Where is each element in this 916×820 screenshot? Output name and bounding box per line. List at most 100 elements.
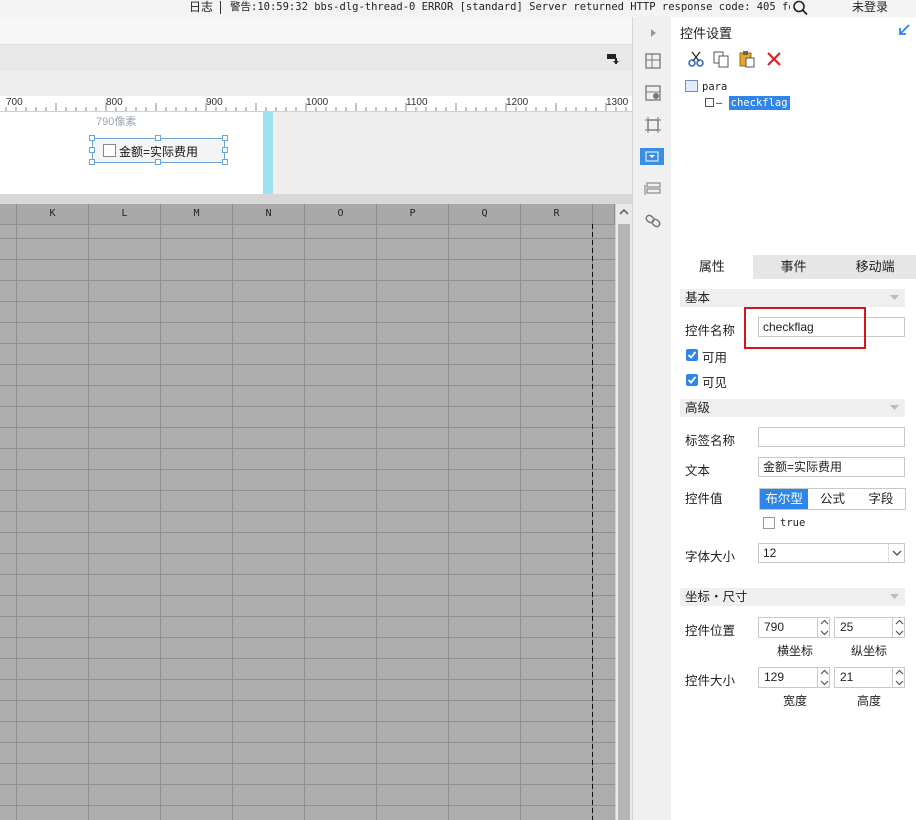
- tree-node-selected[interactable]: — checkflag: [705, 96, 790, 110]
- frame-icon[interactable]: [643, 115, 663, 135]
- vertical-scrollbar[interactable]: [615, 204, 632, 820]
- resize-handle[interactable]: [222, 147, 228, 153]
- log-button[interactable]: 日志: [189, 0, 213, 15]
- width-stepper[interactable]: 129: [758, 667, 830, 688]
- ruler-label: 1300: [606, 97, 629, 108]
- font-size-label: 字体大小: [685, 550, 736, 564]
- layout-grid-icon[interactable]: [643, 51, 663, 71]
- checkbox-node-icon: [705, 98, 714, 107]
- stepper-arrows[interactable]: [817, 667, 830, 688]
- status-bar: 日志 警告:10:59:32 bbs-dlg-thread-0 ERROR [s…: [0, 0, 916, 17]
- section-basic[interactable]: 基本: [680, 289, 905, 307]
- tab-mobile[interactable]: 移动端: [834, 255, 916, 279]
- scrollbar-thumb[interactable]: [618, 224, 630, 820]
- mode-field-button[interactable]: 字段: [856, 489, 905, 509]
- section-title: 坐标・尺寸: [685, 590, 748, 604]
- control-settings-panel: 控件设置 para — checkflag 属性 事件 移动端 基本 控件名称 …: [671, 17, 916, 820]
- true-label: true: [780, 517, 806, 529]
- position-label: 控件位置: [685, 624, 736, 638]
- boundary-marker: [263, 112, 273, 194]
- column-header[interactable]: L: [89, 204, 161, 224]
- row-header-corner: [0, 204, 17, 224]
- login-button[interactable]: 未登录: [852, 0, 888, 15]
- true-checkbox[interactable]: [763, 517, 775, 529]
- checkbox-widget-label: 金额=实际费用: [119, 145, 199, 159]
- scroll-up-icon[interactable]: [618, 207, 630, 217]
- collapse-arrow-icon[interactable]: [897, 23, 911, 37]
- property-tabs: 属性 事件 移动端: [671, 255, 916, 279]
- tag-name-input[interactable]: [758, 427, 905, 447]
- column-header[interactable]: R: [521, 204, 593, 224]
- widget-properties-icon[interactable]: [640, 148, 664, 165]
- search-icon[interactable]: [792, 0, 812, 16]
- x-caption: 横坐标: [776, 644, 813, 658]
- delete-icon[interactable]: [765, 50, 783, 68]
- font-size-select[interactable]: 12: [758, 543, 905, 563]
- tab-events[interactable]: 事件: [753, 255, 835, 279]
- resize-handle[interactable]: [89, 147, 95, 153]
- splitter[interactable]: [0, 194, 632, 204]
- design-canvas[interactable]: 790像素 金额=实际费用: [0, 112, 632, 194]
- text-input[interactable]: 金额=实际费用: [758, 457, 905, 477]
- ruler-label: 1000: [306, 97, 329, 108]
- x-position-value: 790: [764, 620, 785, 634]
- resize-handle[interactable]: [89, 135, 95, 141]
- section-coords[interactable]: 坐标・尺寸: [680, 588, 905, 606]
- resize-handle[interactable]: [155, 159, 161, 165]
- stepper-arrows[interactable]: [892, 667, 905, 688]
- size-label: 控件大小: [685, 674, 736, 688]
- select-arrow[interactable]: [888, 544, 904, 562]
- x-position-stepper[interactable]: 790: [758, 617, 830, 638]
- spreadsheet-grid[interactable]: K L M N O P Q R: [0, 204, 615, 820]
- form-icon: [685, 80, 698, 92]
- column-header[interactable]: O: [305, 204, 377, 224]
- column-header[interactable]: P: [377, 204, 449, 224]
- copy-icon[interactable]: [712, 50, 730, 68]
- tree-connector: —: [716, 97, 723, 109]
- highlight-box: [744, 307, 866, 349]
- tag-name-label: 标签名称: [685, 434, 736, 448]
- resize-handle[interactable]: [222, 135, 228, 141]
- cut-icon[interactable]: [687, 50, 705, 68]
- column-header[interactable]: M: [161, 204, 233, 224]
- paint-format-icon[interactable]: [606, 53, 620, 65]
- control-name-label: 控件名称: [685, 324, 736, 338]
- column-header[interactable]: K: [17, 204, 89, 224]
- widget-settings-icon[interactable]: [643, 83, 663, 103]
- toolbar-band: [0, 17, 632, 44]
- tree-node-label: para: [702, 81, 728, 93]
- ruler-label: 700: [6, 97, 23, 108]
- enabled-label: 可用: [702, 351, 728, 365]
- section-advanced[interactable]: 高级: [680, 399, 905, 417]
- column-header[interactable]: Q: [449, 204, 521, 224]
- mode-formula-button[interactable]: 公式: [808, 489, 857, 509]
- paste-icon[interactable]: [738, 50, 756, 68]
- tree-node-label: checkflag: [728, 96, 790, 110]
- resize-handle[interactable]: [155, 135, 161, 141]
- column-header[interactable]: N: [233, 204, 305, 224]
- text-label: 文本: [685, 464, 711, 478]
- section-title: 高级: [685, 401, 711, 415]
- resize-handle[interactable]: [89, 159, 95, 165]
- enabled-checkbox[interactable]: [686, 349, 698, 361]
- panel-title: 控件设置: [680, 26, 733, 41]
- mode-boolean-button[interactable]: 布尔型: [760, 489, 809, 509]
- link-icon[interactable]: [643, 211, 663, 231]
- visible-label: 可见: [702, 376, 728, 390]
- expand-arrow-icon[interactable]: [643, 23, 663, 43]
- stepper-arrows[interactable]: [817, 617, 830, 638]
- y-position-stepper[interactable]: 25: [834, 617, 905, 638]
- stepper-arrows[interactable]: [892, 617, 905, 638]
- resize-handle[interactable]: [222, 159, 228, 165]
- visible-checkbox[interactable]: [686, 374, 698, 386]
- column-header-extra: [593, 204, 615, 224]
- section-title: 基本: [685, 291, 711, 305]
- height-value: 21: [840, 670, 854, 684]
- tab-properties[interactable]: 属性: [671, 255, 753, 279]
- tree-node-root[interactable]: para: [685, 80, 727, 93]
- list-layers-icon[interactable]: [643, 179, 663, 199]
- toolbar-band-2: [0, 44, 632, 71]
- height-caption: 高度: [856, 694, 881, 708]
- ruler-label: 1100: [406, 97, 428, 108]
- height-stepper[interactable]: 21: [834, 667, 905, 688]
